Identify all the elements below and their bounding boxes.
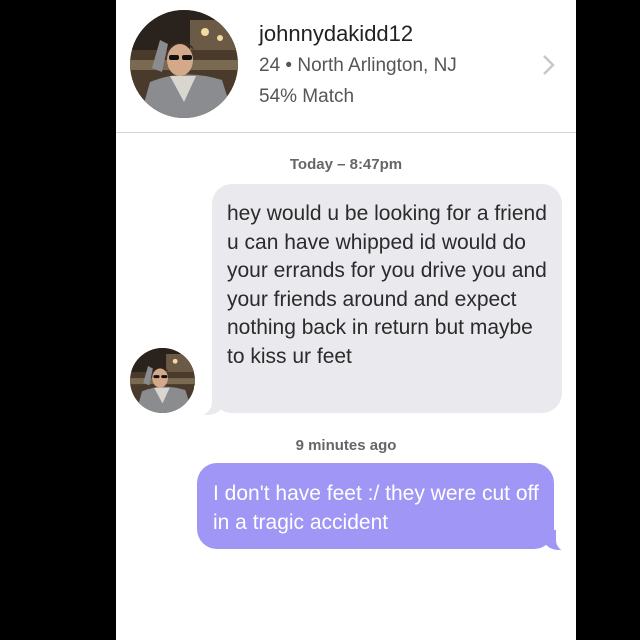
profile-details: 24 • North Arlington, NJ <box>259 55 457 76</box>
match-percentage: 54% Match <box>259 86 355 107</box>
outgoing-message-bubble[interactable]: I don't have feet :/ they were cut off i… <box>197 463 554 549</box>
message-timestamp: 9 minutes ago <box>295 437 397 454</box>
sender-avatar[interactable] <box>130 348 195 413</box>
chat-screen: johnnydakidd12 24 • North Arlington, NJ … <box>116 0 576 640</box>
profile-header[interactable]: johnnydakidd12 24 • North Arlington, NJ … <box>116 0 576 133</box>
bubble-tail-mask <box>556 522 572 552</box>
profile-username: johnnydakidd12 <box>259 21 414 46</box>
chevron-right-icon[interactable] <box>542 54 556 83</box>
profile-avatar[interactable] <box>130 10 238 118</box>
message-timestamp: Today – 8:47pm <box>289 156 403 173</box>
incoming-message-bubble[interactable]: hey would u be looking for a friend u ca… <box>212 184 562 413</box>
header-divider <box>116 132 576 133</box>
